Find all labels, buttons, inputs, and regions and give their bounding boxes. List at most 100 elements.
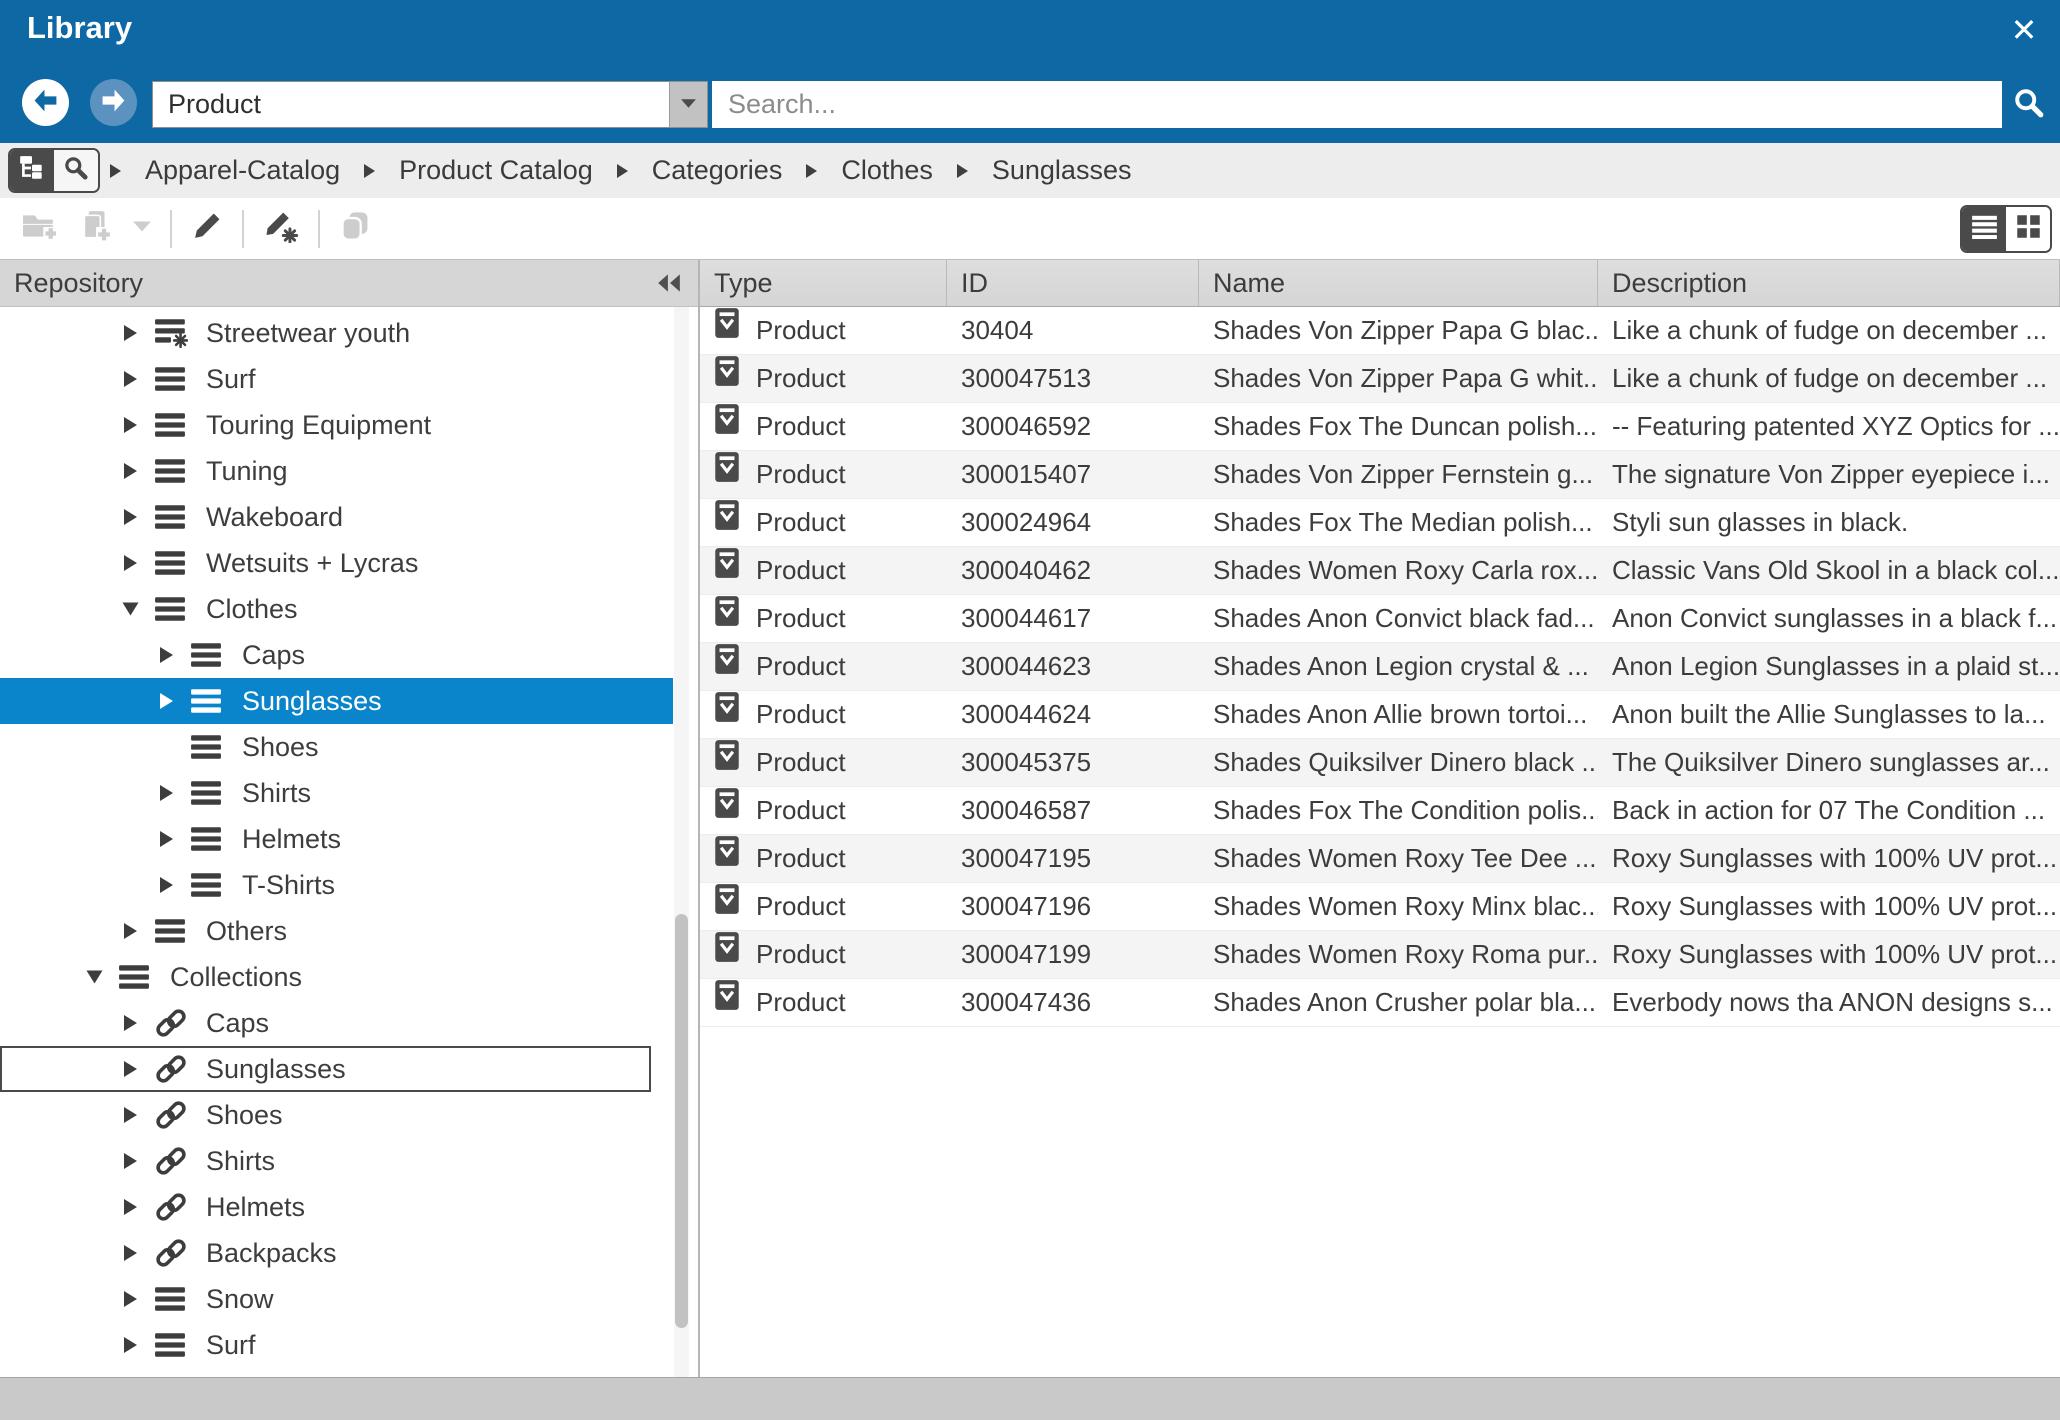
breadcrumb-item[interactable]: Categories [652,155,783,186]
column-header-description[interactable]: Description [1598,260,2060,306]
tree-item[interactable]: Helmets [0,1184,673,1230]
table-row[interactable]: Product 300047196 Shades Women Roxy Minx… [700,883,2060,931]
expander-icon[interactable] [124,417,154,433]
table-row[interactable]: Product 300044617 Shades Anon Convict bl… [700,595,2060,643]
tree-item[interactable]: Surf [0,1322,673,1368]
table-row[interactable]: Product 300015407 Shades Von Zipper Fern… [700,451,2060,499]
tree-item[interactable]: Shoes [0,724,673,770]
forward-button[interactable] [90,79,137,126]
new-document-more-button[interactable] [122,205,162,253]
expander-icon[interactable] [160,739,190,755]
table-row[interactable]: Product 300040462 Shades Women Roxy Carl… [700,547,2060,595]
cell-type: Product [700,835,947,882]
copy-button[interactable] [328,205,382,253]
cell-type-label: Product [756,459,846,490]
expander-icon[interactable] [160,877,190,893]
expander-icon[interactable] [160,693,190,709]
tree-item[interactable]: Shoes [0,1092,673,1138]
tree-item[interactable]: Caps [0,1000,673,1046]
tree-item[interactable]: Touring Equipment [0,402,673,448]
tree-item[interactable]: Others [0,908,673,954]
expander-icon[interactable] [160,647,190,663]
search-input[interactable] [712,81,2002,128]
expander-icon[interactable] [124,371,154,387]
tree-item[interactable]: Caps [0,632,673,678]
expander-icon[interactable] [124,923,154,939]
table-row[interactable]: Product 300044623 Shades Anon Legion cry… [700,643,2060,691]
tree-item[interactable]: Helmets [0,816,673,862]
search-button[interactable] [2006,83,2052,127]
expander-icon[interactable] [124,325,154,341]
table-row[interactable]: Product 300045375 Shades Quiksilver Dine… [700,739,2060,787]
breadcrumb-item[interactable]: Sunglasses [992,155,1132,186]
new-folder-button[interactable] [10,205,68,253]
table-row[interactable]: Product 300047513 Shades Von Zipper Papa… [700,355,2060,403]
expander-icon[interactable] [124,1107,154,1123]
expander-icon[interactable] [124,1337,154,1353]
table-row[interactable]: Product 300044624 Shades Anon Allie brow… [700,691,2060,739]
expander-icon[interactable] [124,1199,154,1215]
tree-item[interactable]: Collections [0,954,673,1000]
doctype-combobox [152,81,708,128]
search-mode-button[interactable] [54,150,98,191]
back-button[interactable] [22,79,69,126]
toolbar-separator [318,210,320,248]
cell-id: 300046587 [947,787,1199,834]
product-type-icon [714,835,740,882]
expander-icon[interactable] [88,969,118,985]
tree-item[interactable]: Backpacks [0,1230,673,1276]
expander-icon[interactable] [124,1015,154,1031]
breadcrumb-item[interactable]: Apparel-Catalog [145,155,340,186]
tree-item[interactable]: Surf [0,356,673,402]
tree-item[interactable]: Sunglasses [0,1046,651,1092]
list-view-button[interactable] [1962,207,2006,251]
tree-item[interactable]: Shirts [0,770,673,816]
tree-item[interactable]: Shirts [0,1138,673,1184]
expander-icon[interactable] [160,831,190,847]
tree-item[interactable]: Clothes [0,586,673,632]
table-row[interactable]: Product 300047436 Shades Anon Crusher po… [700,979,2060,1027]
toolbar-separator [170,210,172,248]
table-row[interactable]: Product 300024964 Shades Fox The Median … [700,499,2060,547]
table-row[interactable]: Product 300046592 Shades Fox The Duncan … [700,403,2060,451]
tree-item[interactable]: Snow [0,1276,673,1322]
expander-icon[interactable] [124,601,154,617]
table-row[interactable]: Product 30404 Shades Von Zipper Papa G b… [700,307,2060,355]
expander-icon[interactable] [124,555,154,571]
cell-name: Shades Anon Crusher polar bla... [1199,979,1598,1026]
close-icon[interactable]: ✕ [2002,8,2046,52]
edit-new-button[interactable] [252,205,310,253]
column-header-id[interactable]: ID [947,260,1199,306]
expander-icon[interactable] [124,1061,154,1077]
column-header-name[interactable]: Name [1199,260,1598,306]
cell-type-label: Product [756,795,846,826]
new-document-button[interactable] [68,205,122,253]
table-row[interactable]: Product 300047195 Shades Women Roxy Tee … [700,835,2060,883]
category-icon [154,366,204,392]
expander-icon[interactable] [160,785,190,801]
breadcrumb-item[interactable]: Clothes [841,155,933,186]
breadcrumb-item[interactable]: Product Catalog [399,155,593,186]
expander-icon[interactable] [124,463,154,479]
grid-view-button[interactable] [2006,207,2050,251]
tree-item[interactable]: Sunglasses [0,678,673,724]
cell-type: Product [700,451,947,498]
column-header-type[interactable]: Type [700,260,947,306]
table-row[interactable]: Product 300046587 Shades Fox The Conditi… [700,787,2060,835]
table-row[interactable]: Product 300047199 Shades Women Roxy Roma… [700,931,2060,979]
doctype-input[interactable] [153,82,669,127]
expander-icon[interactable] [124,1153,154,1169]
expander-icon[interactable] [124,1291,154,1307]
expander-icon[interactable] [124,1245,154,1261]
tree-scrollbar-thumb[interactable] [675,914,688,1328]
expander-icon[interactable] [124,509,154,525]
edit-button[interactable] [180,205,234,253]
tree-item[interactable]: Tuning [0,448,673,494]
tree-item[interactable]: T-Shirts [0,862,673,908]
tree-item[interactable]: Wetsuits + Lycras [0,540,673,586]
tree-item[interactable]: Wakeboard [0,494,673,540]
collapse-panel-icon[interactable] [656,271,682,295]
tree-item[interactable]: Streetwear youth [0,310,673,356]
doctype-dropdown-button[interactable] [669,82,707,127]
tree-mode-button[interactable] [10,150,54,191]
